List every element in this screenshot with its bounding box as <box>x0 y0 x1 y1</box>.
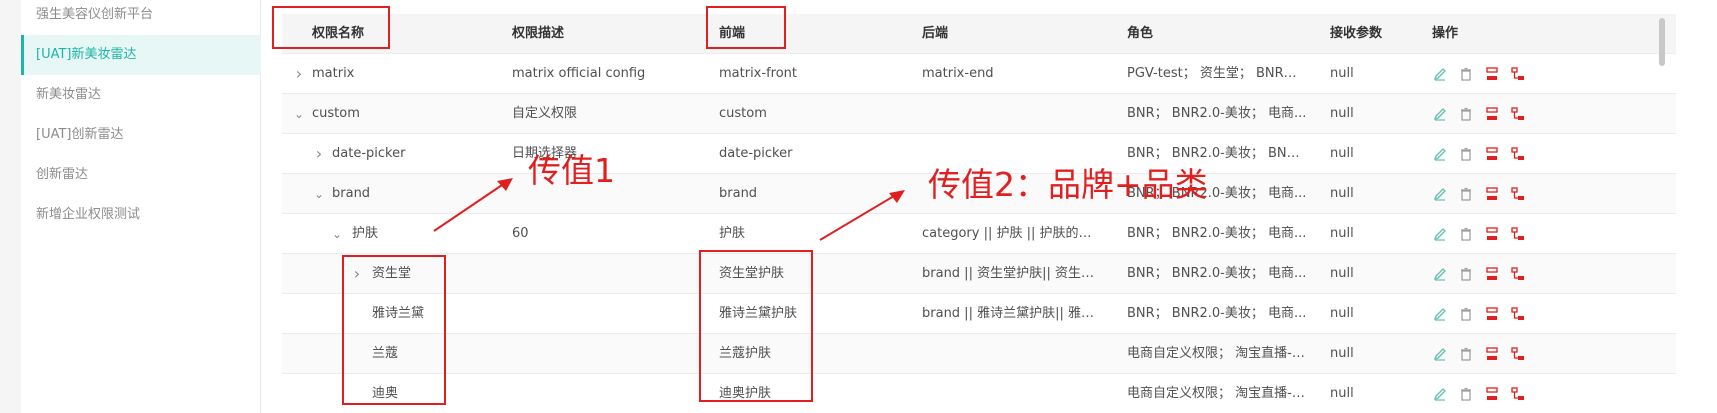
annotation-arrow-2-line <box>819 192 900 241</box>
annotation-label-2: 传值2：品牌+品类 <box>928 165 1208 204</box>
annotation-label-1: 传值1 <box>528 151 615 190</box>
app-page: 强生美容仪创新平台 [UAT]新美妆雷达 新美妆雷达 [UAT]创新雷达 创新雷… <box>0 0 1717 413</box>
annotation-arrow-1-line <box>433 180 509 232</box>
annotation-arrows <box>433 178 905 241</box>
annotation-arrow-1-head <box>497 178 513 191</box>
